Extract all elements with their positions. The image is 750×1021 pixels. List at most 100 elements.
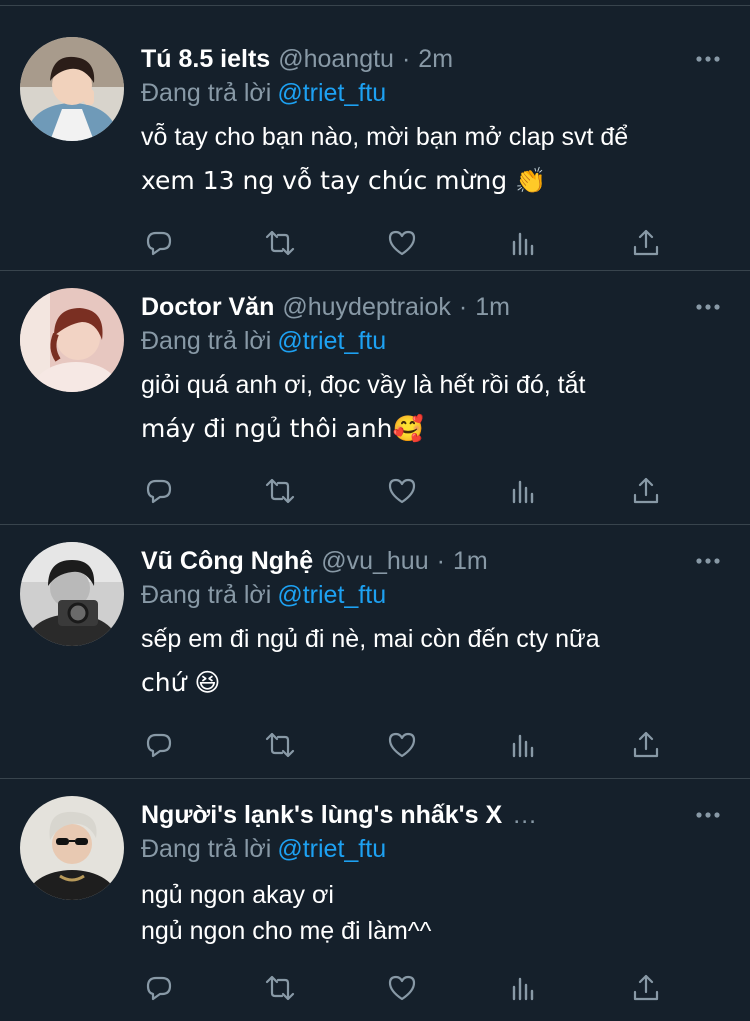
tweet[interactable]: Người's lạnk's lùng's nhấk's X … Đang tr… <box>0 779 750 1021</box>
avatar-image <box>20 796 124 900</box>
reply-icon <box>146 733 172 758</box>
more-options-button[interactable] <box>694 801 722 829</box>
share-button[interactable] <box>628 473 664 509</box>
tweet-text-line: ngủ ngon cho mẹ đi làm^^ <box>141 917 432 945</box>
reply-button[interactable] <box>141 225 177 261</box>
mention-link[interactable]: @triet_ftu <box>277 327 386 355</box>
retweet-icon <box>265 230 295 256</box>
retweet-button[interactable] <box>262 970 298 1006</box>
share-button[interactable] <box>628 727 664 763</box>
mention-link[interactable]: @triet_ftu <box>277 79 386 107</box>
action-bar <box>141 225 671 261</box>
reply-icon <box>146 479 172 504</box>
share-icon <box>633 477 659 504</box>
more-horizontal-icon <box>696 558 720 564</box>
tweet[interactable]: Doctor Văn @huydeptraiok · 1m Đang trả l… <box>0 271 750 525</box>
reply-button[interactable] <box>141 970 177 1006</box>
mention-link[interactable]: @triet_ftu <box>277 835 386 863</box>
like-button[interactable] <box>384 727 420 763</box>
tweet-text-line: giỏi quá anh ơi, đọc vầy là hết rồi đó, … <box>141 371 586 399</box>
top-divider <box>0 0 750 6</box>
tweet[interactable]: Vũ Công Nghệ @vu_huu · 1m Đang trả lời @t… <box>0 525 750 779</box>
reply-icon <box>146 231 172 256</box>
reply-feed: Tú 8.5 ielts @hoangtu · 2m Đang trả lời @… <box>0 0 750 1021</box>
analytics-icon <box>512 232 534 256</box>
replying-to-label: Đang trả lời <box>141 79 272 107</box>
more-options-button[interactable] <box>694 293 722 321</box>
action-bar <box>141 970 671 1006</box>
tweet-text-line: máy đi ngủ thôi anh🥰 <box>141 414 424 443</box>
replying-to-label: Đang trả lời <box>141 835 272 863</box>
tweet-header: Người's lạnk's lùng's nhấk's X … <box>141 797 730 833</box>
heart-icon <box>388 975 416 1001</box>
retweet-button[interactable] <box>262 727 298 763</box>
mention-link[interactable]: @triet_ftu <box>277 581 386 609</box>
more-options-button[interactable] <box>694 547 722 575</box>
tweet-header: Tú 8.5 ielts @hoangtu · 2m <box>141 41 730 77</box>
heart-icon <box>388 732 416 758</box>
share-icon <box>633 229 659 256</box>
heart-icon <box>388 478 416 504</box>
like-button[interactable] <box>384 225 420 261</box>
separator-dot: · <box>401 44 411 73</box>
replying-to-label: Đang trả lời <box>141 581 272 609</box>
username[interactable]: @vu_huu <box>321 547 428 576</box>
tweet-text-line: sếp em đi ngủ đi nè, mai còn đến cty nữa <box>141 625 600 653</box>
tweet-text: giỏi quá anh ơi, đọc vầy là hết rồi đó, … <box>141 363 726 451</box>
like-button[interactable] <box>384 970 420 1006</box>
display-name[interactable]: Người's lạnk's lùng's nhấk's X <box>141 801 502 830</box>
action-bar <box>141 473 671 509</box>
timestamp[interactable]: 1m <box>453 547 488 576</box>
tweet-text: ngủ ngon akay ơi ngủ ngon cho mẹ đi làm^… <box>141 877 726 949</box>
tweet-text-line: ngủ ngon akay ơi <box>141 881 334 909</box>
analytics-button[interactable] <box>506 473 542 509</box>
analytics-button[interactable] <box>506 727 542 763</box>
username[interactable]: @hoangtu <box>278 45 394 74</box>
tweet-text-line: vỗ tay cho bạn nào, mời bạn mở clap svt … <box>141 123 629 151</box>
tweet[interactable]: Tú 8.5 ielts @hoangtu · 2m Đang trả lời @… <box>0 7 750 271</box>
tweet-text: vỗ tay cho bạn nào, mời bạn mở clap svt … <box>141 115 726 203</box>
heart-icon <box>388 230 416 256</box>
like-button[interactable] <box>384 473 420 509</box>
display-name[interactable]: Vũ Công Nghệ <box>141 547 313 576</box>
avatar[interactable] <box>20 288 124 392</box>
more-options-button[interactable] <box>694 45 722 73</box>
retweet-button[interactable] <box>262 225 298 261</box>
retweet-icon <box>265 732 295 758</box>
analytics-button[interactable] <box>506 225 542 261</box>
avatar-image <box>20 288 124 392</box>
username[interactable]: @huydeptraiok <box>282 293 451 322</box>
replying-to: Đang trả lời @triet_ftu <box>141 327 386 356</box>
truncation-ellipsis: … <box>512 800 538 829</box>
timestamp[interactable]: 2m <box>418 45 453 74</box>
share-button[interactable] <box>628 225 664 261</box>
separator-dot: · <box>458 292 468 321</box>
tweet-text: sếp em đi ngủ đi nè, mai còn đến cty nữa… <box>141 617 726 705</box>
tweet-text-line: chứ 😆 <box>141 668 221 697</box>
analytics-button[interactable] <box>506 970 542 1006</box>
replying-to: Đang trả lời @triet_ftu <box>141 835 386 864</box>
replying-to: Đang trả lời @triet_ftu <box>141 581 386 610</box>
avatar-image <box>20 542 124 646</box>
share-button[interactable] <box>628 970 664 1006</box>
tweet-header: Vũ Công Nghệ @vu_huu · 1m <box>141 543 730 579</box>
analytics-icon <box>512 734 534 758</box>
separator-dot: · <box>436 546 445 575</box>
share-icon <box>633 974 659 1001</box>
reply-button[interactable] <box>141 473 177 509</box>
replying-to: Đang trả lời @triet_ftu <box>141 79 386 108</box>
retweet-icon <box>265 478 295 504</box>
display-name[interactable]: Doctor Văn <box>141 293 274 322</box>
reply-icon <box>146 976 172 1001</box>
avatar[interactable] <box>20 796 124 900</box>
avatar[interactable] <box>20 542 124 646</box>
display-name[interactable]: Tú 8.5 ielts <box>141 45 270 74</box>
avatar[interactable] <box>20 37 124 141</box>
analytics-icon <box>512 480 534 504</box>
timestamp[interactable]: 1m <box>475 293 510 322</box>
more-horizontal-icon <box>696 304 720 310</box>
tweet-header: Doctor Văn @huydeptraiok · 1m <box>141 289 730 325</box>
avatar-image <box>20 37 124 141</box>
reply-button[interactable] <box>141 727 177 763</box>
retweet-button[interactable] <box>262 473 298 509</box>
